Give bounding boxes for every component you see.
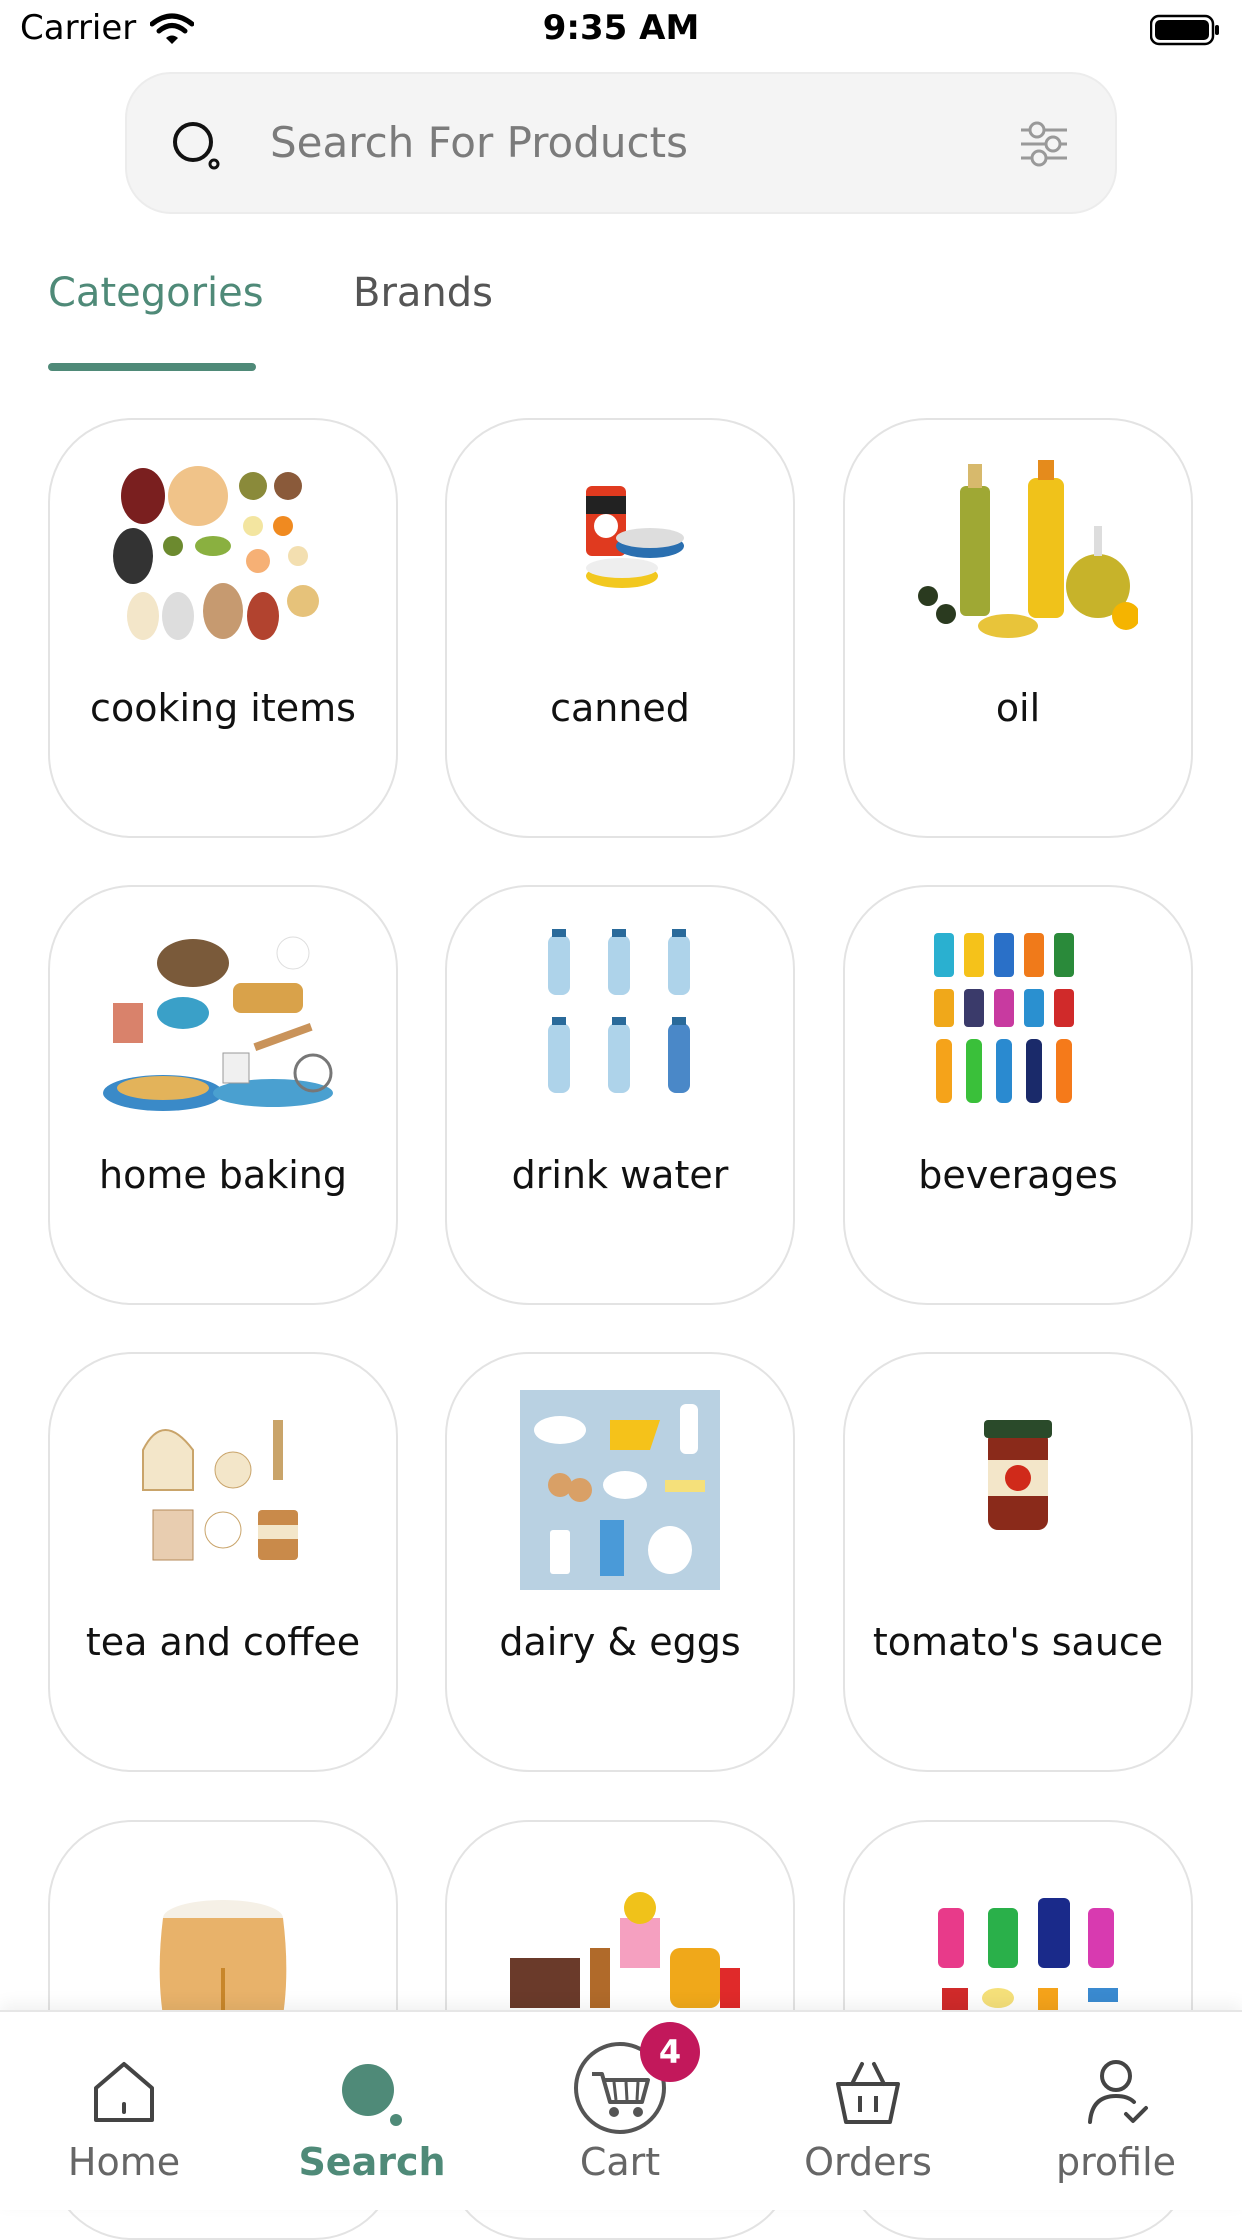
tab-brands[interactable]: Brands: [353, 270, 493, 316]
category-card[interactable]: dairy & eggs: [445, 1352, 795, 1772]
category-card[interactable]: drink water: [445, 885, 795, 1305]
category-card[interactable]: home baking: [48, 885, 398, 1305]
search-icon: [173, 122, 220, 170]
category-label: drink water: [511, 1153, 729, 1197]
category-label: dairy & eggs: [499, 1620, 741, 1664]
basket-icon: [836, 2062, 900, 2124]
category-card[interactable]: canned: [445, 418, 795, 838]
nav-search-label: Search: [298, 2140, 446, 2184]
nav-profile-label: profile: [1055, 2140, 1177, 2184]
category-label: home baking: [99, 1153, 347, 1197]
category-label: beverages: [918, 1153, 1118, 1197]
search-icon: [342, 2064, 402, 2126]
soda-cans-image: [898, 923, 1138, 1123]
tab-categories[interactable]: Categories: [48, 270, 264, 316]
search-input[interactable]: Search For Products: [270, 118, 688, 167]
home-icon: [94, 2062, 154, 2122]
category-card[interactable]: beverages: [843, 885, 1193, 1305]
battery-icon: [1150, 14, 1219, 46]
filter-icon[interactable]: [1017, 118, 1071, 170]
category-label: tomato's sauce: [872, 1620, 1164, 1664]
category-label: oil: [995, 686, 1041, 730]
profile-icon: [1088, 2060, 1148, 2124]
search-bar[interactable]: Search For Products: [125, 72, 1117, 214]
nav-profile[interactable]: profile: [992, 2012, 1240, 2210]
nav-cart-label: Cart: [579, 2140, 661, 2184]
canned-food-image: [500, 456, 740, 656]
nav-orders-label: Orders: [804, 2140, 932, 2184]
nav-home-label: Home: [67, 2140, 181, 2184]
category-label: canned: [550, 686, 690, 730]
clock: 9:35 AM: [542, 8, 700, 48]
baking-illustration-image: [103, 923, 343, 1123]
category-label: tea and coffee: [85, 1620, 361, 1664]
water-bottles-image: [500, 923, 740, 1123]
category-label: cooking items: [90, 686, 356, 730]
nav-orders[interactable]: Orders: [744, 2012, 992, 2210]
cart-badge: 4: [640, 2022, 700, 2082]
category-card[interactable]: oil: [843, 418, 1193, 838]
category-card[interactable]: tomato's sauce: [843, 1352, 1193, 1772]
oil-bottles-image: [898, 456, 1140, 656]
nav-search[interactable]: Search: [248, 2012, 496, 2210]
bottom-navigation: Home Search 4 Cart Orders profile: [0, 2010, 1242, 2210]
legumes-image: [103, 456, 343, 656]
nav-cart[interactable]: 4 Cart: [496, 2012, 744, 2210]
dairy-products-image: [500, 1390, 740, 1590]
category-card[interactable]: tea and coffee: [48, 1352, 398, 1772]
nav-home[interactable]: Home: [0, 2012, 248, 2210]
active-tab-indicator: [48, 363, 256, 371]
status-bar: Carrier 9:35 AM: [0, 0, 1242, 64]
tomato-sauce-jar-image: [898, 1390, 1138, 1590]
category-card[interactable]: cooking items: [48, 418, 398, 838]
tea-set-image: [103, 1390, 343, 1590]
